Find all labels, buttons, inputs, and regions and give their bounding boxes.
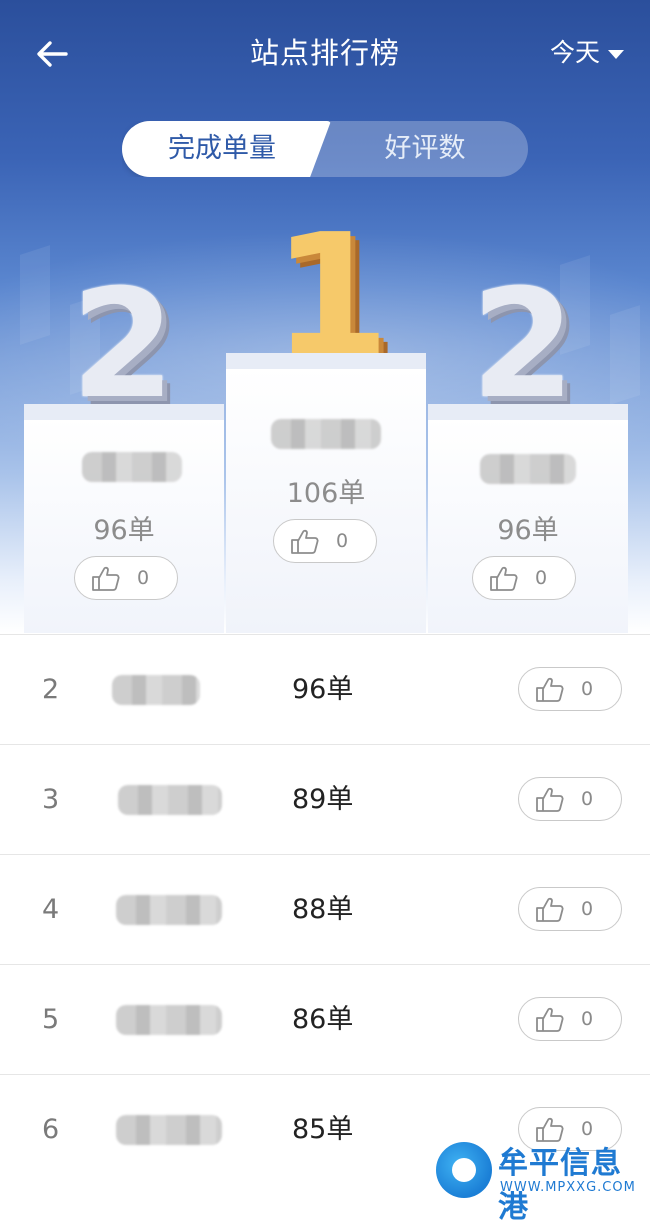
like-count: 0 xyxy=(581,788,594,810)
list-item: 5 86单 0 xyxy=(0,964,650,1074)
rank-number: 5 xyxy=(42,1004,60,1035)
thumbs-up-icon xyxy=(92,566,120,591)
decor-panel xyxy=(610,305,640,405)
rank-number: 2 xyxy=(42,674,60,705)
station-name-blurred xyxy=(82,452,182,482)
rank-number: 6 xyxy=(42,1114,60,1145)
tab-good-reviews[interactable]: 好评数 xyxy=(322,121,528,177)
like-count: 0 xyxy=(137,567,150,589)
thumbs-up-icon xyxy=(536,1007,564,1032)
like-button[interactable]: 0 xyxy=(518,667,622,711)
like-button[interactable]: 0 xyxy=(273,519,377,563)
station-name-blurred xyxy=(271,419,381,449)
podium-order-count: 96单 xyxy=(497,515,559,546)
station-name-blurred xyxy=(116,1115,222,1145)
podium-rank-number: 2 xyxy=(70,258,176,432)
thumbs-up-icon xyxy=(536,897,564,922)
podium-center: 106单 0 xyxy=(226,353,426,633)
station-name-blurred xyxy=(116,895,222,925)
thumbs-up-icon xyxy=(291,529,319,554)
tab-completed-orders[interactable]: 完成单量 xyxy=(122,121,322,177)
ranking-list: 2 96单 0 3 89单 0 4 88单 0 5 86单 0 6 85单 0 xyxy=(0,634,650,1184)
order-count: 85单 xyxy=(292,1114,354,1145)
podium-top-face xyxy=(226,353,426,369)
station-name-blurred xyxy=(116,1005,222,1035)
thumbs-up-icon xyxy=(490,566,518,591)
decor-panel xyxy=(20,245,50,345)
like-count: 0 xyxy=(581,898,594,920)
period-dropdown[interactable]: 今天 xyxy=(550,32,624,74)
watermark-url: WWW.MPXXG.COM xyxy=(500,1180,636,1195)
list-item: 2 96单 0 xyxy=(0,634,650,744)
podium-top-face xyxy=(428,404,628,420)
watermark-logo-icon xyxy=(436,1142,492,1198)
period-label: 今天 xyxy=(549,38,600,67)
site-watermark: 牟平信息港 WWW.MPXXG.COM xyxy=(436,1138,646,1225)
like-button[interactable]: 0 xyxy=(472,556,576,600)
thumbs-up-icon xyxy=(536,677,564,702)
rank-number: 3 xyxy=(42,784,60,815)
like-button[interactable]: 0 xyxy=(74,556,178,600)
station-name-blurred xyxy=(480,454,576,484)
like-count: 0 xyxy=(535,567,548,589)
station-name-blurred xyxy=(112,675,200,705)
top-bar: 站点排行榜 今天 xyxy=(0,0,650,108)
like-count: 0 xyxy=(581,678,594,700)
order-count: 89单 xyxy=(292,784,354,815)
caret-down-icon xyxy=(608,49,624,59)
like-button[interactable]: 0 xyxy=(518,997,622,1041)
thumbs-up-icon xyxy=(536,787,564,812)
list-item: 3 89单 0 xyxy=(0,744,650,854)
like-button[interactable]: 0 xyxy=(518,887,622,931)
like-count: 0 xyxy=(336,530,349,552)
metric-tabs: 完成单量 好评数 xyxy=(122,121,528,177)
order-count: 96单 xyxy=(292,674,354,705)
station-name-blurred xyxy=(118,785,222,815)
list-item: 4 88单 0 xyxy=(0,854,650,964)
order-count: 88单 xyxy=(292,894,354,925)
podium-left: 96单 0 xyxy=(24,404,224,633)
podium-top-face xyxy=(24,404,224,420)
podium-rank-number: 2 xyxy=(470,258,576,432)
podium-order-count: 96单 xyxy=(93,515,155,546)
rank-number: 4 xyxy=(42,894,60,925)
like-button[interactable]: 0 xyxy=(518,777,622,821)
order-count: 86单 xyxy=(292,1004,354,1035)
podium-order-count: 106单 xyxy=(286,478,366,509)
like-count: 0 xyxy=(581,1008,594,1030)
hero-banner: 站点排行榜 今天 完成单量 好评数 2 96单 0 1 106单 0 2 96单… xyxy=(0,0,650,633)
podium-right: 96单 0 xyxy=(428,404,628,633)
